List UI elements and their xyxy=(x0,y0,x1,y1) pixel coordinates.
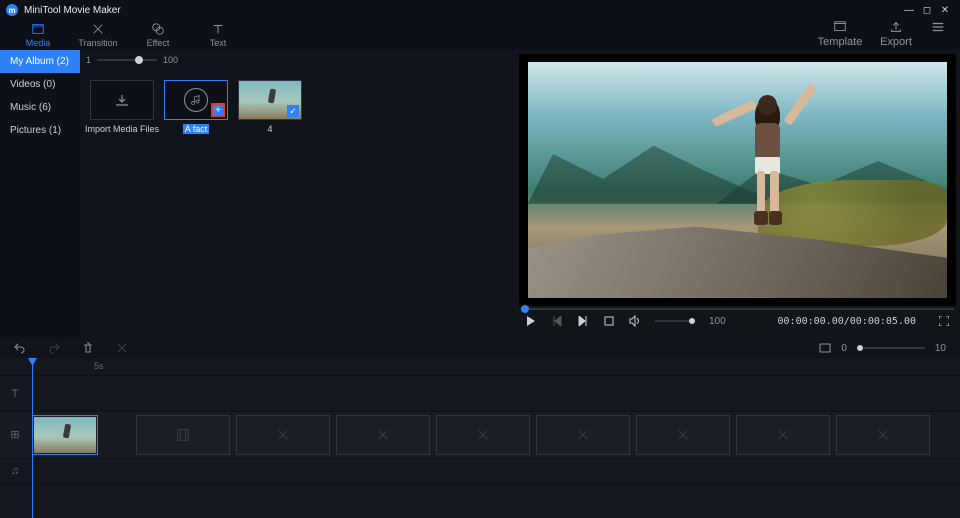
fit-to-screen-button[interactable] xyxy=(819,342,831,354)
sidebar-item-pictures[interactable]: Pictures (1) xyxy=(0,119,80,142)
transition-slot-icon xyxy=(676,428,690,442)
time-display: 00:00:00.00/00:00:05.00 xyxy=(778,316,916,327)
preview-panel: 100 00:00:00.00/00:00:05.00 xyxy=(515,50,960,338)
play-button[interactable] xyxy=(525,315,537,327)
import-icon xyxy=(114,92,130,108)
empty-clip-slot[interactable] xyxy=(236,415,330,455)
empty-clip-slot[interactable] xyxy=(336,415,430,455)
zoom-min: 0 xyxy=(841,343,847,354)
media-icon xyxy=(31,22,45,36)
window-minimize-button[interactable]: — xyxy=(900,5,918,16)
step-back-button[interactable] xyxy=(551,315,563,327)
window-maximize-button[interactable]: ◻ xyxy=(918,5,936,16)
sidebar: My Album (2) Videos (0) Music (6) Pictur… xyxy=(0,50,80,338)
template-label: Template xyxy=(818,36,863,48)
zoom-slider[interactable] xyxy=(857,347,925,349)
effect-icon xyxy=(151,22,165,36)
export-icon xyxy=(889,20,903,34)
video-track-icon: ⊞ xyxy=(0,428,30,441)
app-title: MiniTool Movie Maker xyxy=(24,5,121,16)
main-toolbar: Media Transition Effect Text Template Ex… xyxy=(0,20,960,50)
template-button[interactable]: Template xyxy=(812,20,868,48)
template-icon xyxy=(833,20,847,34)
timeline-ruler[interactable]: 5s xyxy=(0,358,960,376)
transition-slot-icon xyxy=(576,428,590,442)
empty-clip-slot[interactable] xyxy=(136,415,230,455)
import-media-tile[interactable]: Import Media Files xyxy=(90,80,154,134)
transition-slot-icon xyxy=(876,428,890,442)
preview-image xyxy=(528,62,948,299)
thumbnail-size-slider-row: 1 100 xyxy=(80,50,515,70)
empty-clip-slot[interactable] xyxy=(636,415,730,455)
empty-clip-slot[interactable] xyxy=(536,415,630,455)
titlebar: m MiniTool Movie Maker — ◻ ✕ xyxy=(0,0,960,20)
preview-stage xyxy=(519,54,956,306)
ruler-tick: 5s xyxy=(94,361,104,371)
preview-progress[interactable] xyxy=(521,308,954,310)
fullscreen-button[interactable] xyxy=(938,315,950,327)
video-track[interactable]: ⊞ xyxy=(0,412,960,458)
app-logo: m xyxy=(6,4,18,16)
text-track-icon: T xyxy=(0,388,30,400)
film-icon xyxy=(176,428,190,442)
edit-toolbar: 0 10 xyxy=(0,338,960,358)
timeline: 5s T ⊞ ♫ xyxy=(0,358,960,518)
add-to-timeline-badge[interactable]: + xyxy=(211,103,225,117)
tab-label: Text xyxy=(210,38,227,48)
album-item-photo[interactable]: ✓ 4 xyxy=(238,80,302,134)
export-button[interactable]: Export xyxy=(868,20,924,48)
text-icon xyxy=(211,22,225,36)
tab-label: Media xyxy=(26,38,51,48)
transition-slot-icon xyxy=(476,428,490,442)
video-clip[interactable] xyxy=(32,415,98,455)
audio-track[interactable]: ♫ xyxy=(0,458,960,484)
music-icon xyxy=(184,88,208,112)
empty-clip-slot[interactable] xyxy=(836,415,930,455)
transition-slot-icon xyxy=(776,428,790,442)
sidebar-item-videos[interactable]: Videos (0) xyxy=(0,73,80,96)
menu-button[interactable] xyxy=(924,20,952,34)
volume-value: 100 xyxy=(709,316,726,327)
transition-icon xyxy=(91,22,105,36)
sidebar-item-my-album[interactable]: My Album (2) xyxy=(0,50,80,73)
split-button[interactable] xyxy=(116,342,128,354)
album-panel: 1 100 Import Media Files + A fact xyxy=(80,50,515,338)
transition-slot-icon xyxy=(276,428,290,442)
volume-slider[interactable] xyxy=(655,320,695,322)
volume-button[interactable] xyxy=(629,315,641,327)
album-item-caption: 4 xyxy=(267,124,272,134)
empty-clip-slot[interactable] xyxy=(736,415,830,455)
stop-button[interactable] xyxy=(603,315,615,327)
thumbnail-size-slider[interactable] xyxy=(97,59,157,61)
slider-max: 100 xyxy=(163,55,178,65)
step-forward-button[interactable] xyxy=(577,315,589,327)
album-item-caption: A fact xyxy=(183,124,210,134)
export-label: Export xyxy=(880,36,912,48)
slider-min: 1 xyxy=(86,55,91,65)
window-close-button[interactable]: ✕ xyxy=(936,5,954,16)
audio-track-icon: ♫ xyxy=(0,465,30,477)
album-item-audio[interactable]: + A fact xyxy=(164,80,228,134)
text-track[interactable]: T xyxy=(0,376,960,412)
undo-button[interactable] xyxy=(14,342,26,354)
empty-clip-slot[interactable] xyxy=(436,415,530,455)
used-in-timeline-badge: ✓ xyxy=(287,105,299,117)
tab-media[interactable]: Media xyxy=(8,20,68,50)
zoom-max: 10 xyxy=(935,343,946,354)
tab-effect[interactable]: Effect xyxy=(128,20,188,50)
redo-button[interactable] xyxy=(48,342,60,354)
tab-label: Transition xyxy=(78,38,117,48)
transition-slot-icon xyxy=(376,428,390,442)
tab-text[interactable]: Text xyxy=(188,20,248,50)
tab-transition[interactable]: Transition xyxy=(68,20,128,50)
sidebar-item-music[interactable]: Music (6) xyxy=(0,96,80,119)
tab-label: Effect xyxy=(147,38,170,48)
hamburger-icon xyxy=(931,20,945,34)
import-caption: Import Media Files xyxy=(85,124,159,134)
delete-button[interactable] xyxy=(82,342,94,354)
